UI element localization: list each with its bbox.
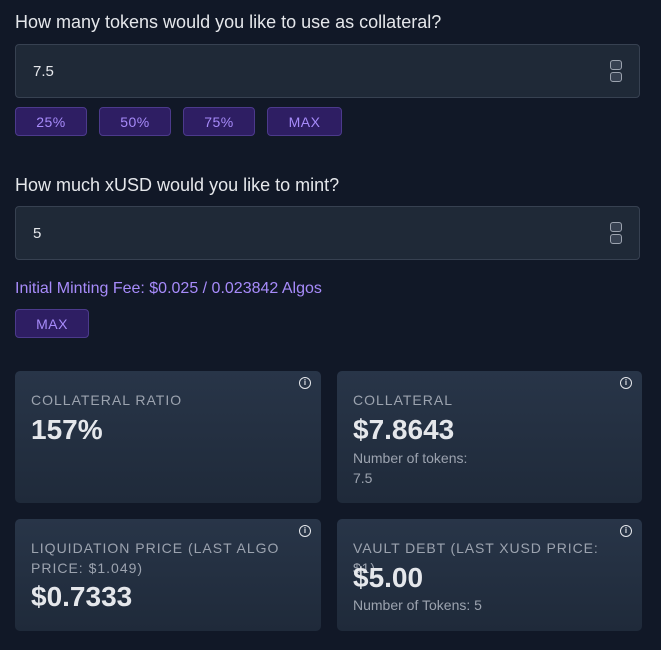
collateral-max-button[interactable]: MAX [267,107,342,136]
number-stepper-icon[interactable] [610,222,624,246]
liquidation-price-card: i LIQUIDATION PRICE (LAST ALGO PRICE: $1… [15,519,321,631]
collateral-75-button[interactable]: 75% [183,107,255,136]
collateral-ratio-value: 157% [31,414,103,445]
collateral-ratio-label: COLLATERAL RATIO [31,392,183,408]
info-icon[interactable]: i [620,377,632,389]
collateral-value: $7.8643 [353,414,455,445]
number-stepper-icon[interactable] [610,60,624,84]
vault-debt-value: $5.00 [353,562,424,593]
collateral-label: COLLATERAL [353,392,453,408]
collateral-amount-input[interactable]: 7.5 [15,44,640,98]
info-icon[interactable]: i [620,525,632,537]
vault-debt-card: i VAULT DEBT (LAST XUSD PRICE: $1) $5.00… [337,519,642,631]
collateral-amount-value: 7.5 [33,63,54,80]
mint-question: How much xUSD would you like to mint? [15,175,340,195]
collateral-50-button[interactable]: 50% [99,107,171,136]
collateral-tokens-value: 7.5 [353,470,373,486]
stepper-up-icon[interactable] [610,60,622,70]
info-icon[interactable]: i [299,377,311,389]
vault-debt-tokens: Number of Tokens: 5 [353,597,482,613]
liquidation-price-value: $0.7333 [31,581,133,612]
minting-fee-text: Initial Minting Fee: $0.025 / 0.023842 A… [15,280,322,297]
collateral-tokens-label: Number of tokens: [353,450,468,466]
stepper-up-icon[interactable] [610,222,622,232]
collateral-question: How many tokens would you like to use as… [15,12,442,32]
mint-max-button[interactable]: MAX [15,309,89,338]
mint-amount-value: 5 [33,225,42,242]
stepper-down-icon[interactable] [610,72,622,82]
mint-amount-input[interactable]: 5 [15,206,640,260]
collateral-card: i COLLATERAL $7.8643 Number of tokens: 7… [337,371,642,503]
collateral-25-button[interactable]: 25% [15,107,87,136]
collateral-ratio-card: i COLLATERAL RATIO 157% [15,371,321,503]
info-icon[interactable]: i [299,525,311,537]
stepper-down-icon[interactable] [610,234,622,244]
liquidation-price-label: LIQUIDATION PRICE (LAST ALGO PRICE: $1.0… [31,540,280,576]
